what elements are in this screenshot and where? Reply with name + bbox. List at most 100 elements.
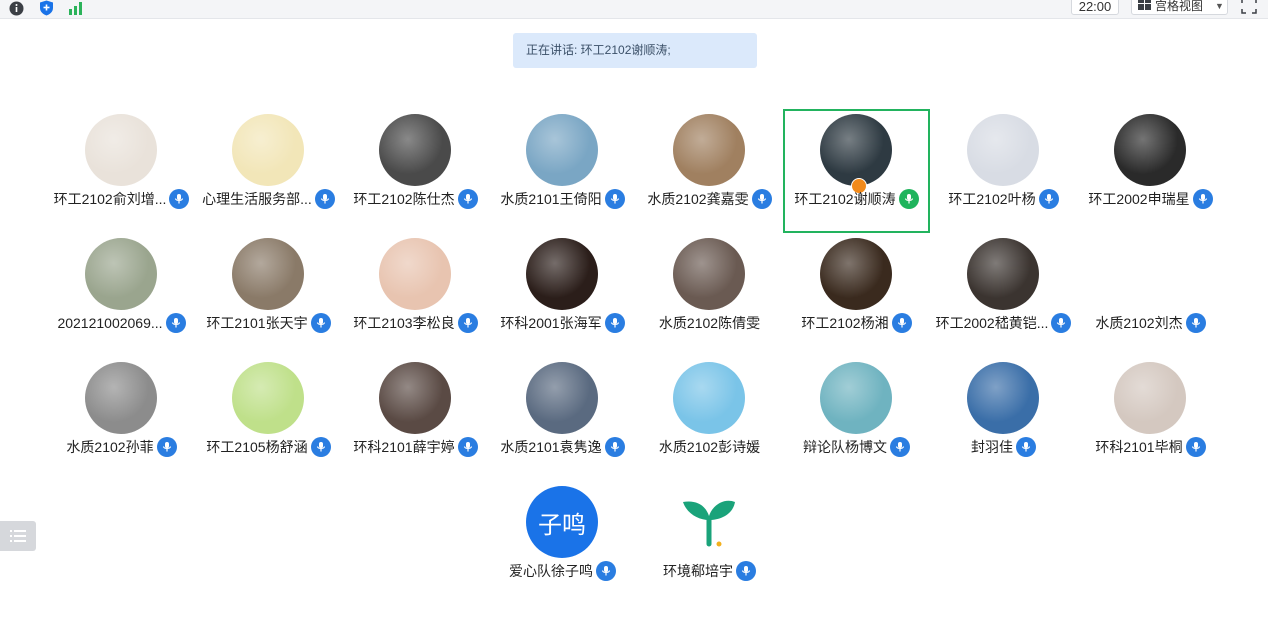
avatar [967,362,1039,434]
participant-name-row: 环科2101毕桐 [1057,436,1244,458]
participant-tile[interactable]: 环工2101张天宇 [195,233,342,357]
participant-name: 水质2101王倚阳 [500,191,602,207]
participant-tile[interactable]: 环工2002嵇黄铠... [930,233,1077,357]
participant-name: 环工2102陈仕杰 [353,191,455,207]
participant-name: 环工2102俞刘增... [53,191,167,207]
participant-name: 环工2101张天宇 [206,315,308,331]
signal-icon[interactable] [67,0,85,17]
participant-name: 环境郗培宇 [663,563,733,579]
participant-name: 环工2002申瑞星 [1088,191,1190,207]
participant-name: 环科2101毕桐 [1095,439,1183,455]
participant-name: 封羽佳 [971,439,1013,455]
participant-name: 辩论队杨博文 [803,439,887,455]
top-toolbar: 22:00 宫格视图 ▼ [0,0,1268,19]
participant-tile[interactable]: 202121002069... [48,233,195,357]
participant-tile[interactable]: 环工2103李松良 [342,233,489,357]
participant-tile[interactable]: 水质2102孙菲 [48,357,195,481]
participant-tile[interactable]: 环境郗培宇 [636,481,783,605]
list-icon [10,530,26,542]
participant-tile[interactable]: 环工2102谢顺涛 [783,109,930,233]
avatar [967,238,1039,310]
participant-tile[interactable]: 环工2102俞刘增... [48,109,195,233]
meeting-timer: 22:00 [1071,0,1119,15]
participant-name: 爱心队徐子鸣 [509,563,593,579]
participant-name-row: 环境郗培宇 [616,560,803,582]
avatar [1114,238,1186,310]
participant-tile[interactable]: 封羽佳 [930,357,1077,481]
microphone-icon[interactable] [1038,189,1059,209]
participant-name-row: 水质2102刘杰 [1057,312,1244,334]
participant-name-row: 环工2002申瑞星 [1057,188,1244,210]
participant-tile[interactable]: 环工2105杨舒涵 [195,357,342,481]
side-menu-button[interactable] [0,521,36,551]
participant-name: 环科2001张海军 [500,315,602,331]
fullscreen-icon[interactable] [1240,0,1258,15]
avatar [673,238,745,310]
microphone-icon[interactable] [1185,313,1206,333]
avatar [820,362,892,434]
sprout-icon [683,500,735,547]
participant-tile[interactable]: 环科2101毕桐 [1077,357,1224,481]
participant-tile[interactable]: 辩论队杨博文 [783,357,930,481]
microphone-icon[interactable] [736,561,756,581]
info-icon[interactable] [7,0,25,17]
participant-tile[interactable]: 环工2102杨湘 [783,233,930,357]
avatar [85,114,157,186]
participant-tile[interactable]: 水质2101王倚阳 [489,109,636,233]
participant-name: 环工2103李松良 [353,315,455,331]
participant-tile[interactable]: 心理生活服务部... [195,109,342,233]
participant-name: 水质2101袁隽逸 [500,439,602,455]
participant-tile[interactable]: 环科2101薛宇婷 [342,357,489,481]
participant-tile[interactable]: 水质2101袁隽逸 [489,357,636,481]
avatar [820,238,892,310]
participant-name: 水质2102彭诗媛 [658,439,761,455]
avatar [379,362,451,434]
participant-tile[interactable]: 环工2102叶杨 [930,109,1077,233]
participant-name: 环工2002嵇黄铠... [935,315,1049,331]
participant-name: 心理生活服务部... [202,191,312,207]
avatar [967,114,1039,186]
avatar [232,362,304,434]
microphone-icon[interactable] [1016,437,1036,457]
participant-name: 水质2102刘杰 [1095,315,1183,331]
participant-name: 202121002069... [57,315,163,331]
chevron-down-icon: ▼ [1215,0,1224,11]
avatar [526,238,598,310]
speaking-text: 正在讲话: 环工2102谢顺涛; [526,43,671,57]
view-label: 宫格视图 [1155,0,1204,13]
participant-name: 环工2102谢顺涛 [794,191,896,207]
participant-tile[interactable]: 水质2102龚嘉雯 [636,109,783,233]
participant-tile[interactable]: 水质2102陈倩雯 [636,233,783,357]
avatar [232,238,304,310]
participant-name: 环工2105杨舒涵 [206,439,308,455]
grid-view-dropdown[interactable]: 宫格视图 ▼ [1131,0,1228,15]
microphone-icon[interactable] [891,313,912,333]
avatar [85,362,157,434]
participant-name: 水质2102陈倩雯 [658,315,761,331]
avatar [526,114,598,186]
microphone-icon[interactable] [1185,437,1206,457]
avatar [673,486,745,558]
microphone-icon[interactable] [156,437,177,457]
avatar [526,362,598,434]
speaking-banner: 正在讲话: 环工2102谢顺涛; [513,33,757,68]
avatar [673,362,745,434]
participant-name: 水质2102龚嘉雯 [647,191,749,207]
participant-tile[interactable]: 水质2102刘杰 [1077,233,1224,357]
avatar [1114,362,1186,434]
microphone-icon[interactable] [596,561,616,581]
avatar [85,238,157,310]
microphone-icon[interactable] [1192,189,1213,209]
participant-tile[interactable]: 子鸣爱心队徐子鸣 [489,481,636,605]
participant-name: 环工2102杨湘 [801,315,889,331]
participant-tile[interactable]: 环科2001张海军 [489,233,636,357]
avatar [232,114,304,186]
avatar [1114,114,1186,186]
microphone-icon[interactable] [890,437,910,457]
participant-tile[interactable]: 环工2102陈仕杰 [342,109,489,233]
participant-tile[interactable]: 环工2002申瑞星 [1077,109,1224,233]
avatar: 子鸣 [526,486,598,558]
avatar [379,238,451,310]
participant-tile[interactable]: 水质2102彭诗媛 [636,357,783,481]
shield-icon[interactable] [37,0,55,17]
